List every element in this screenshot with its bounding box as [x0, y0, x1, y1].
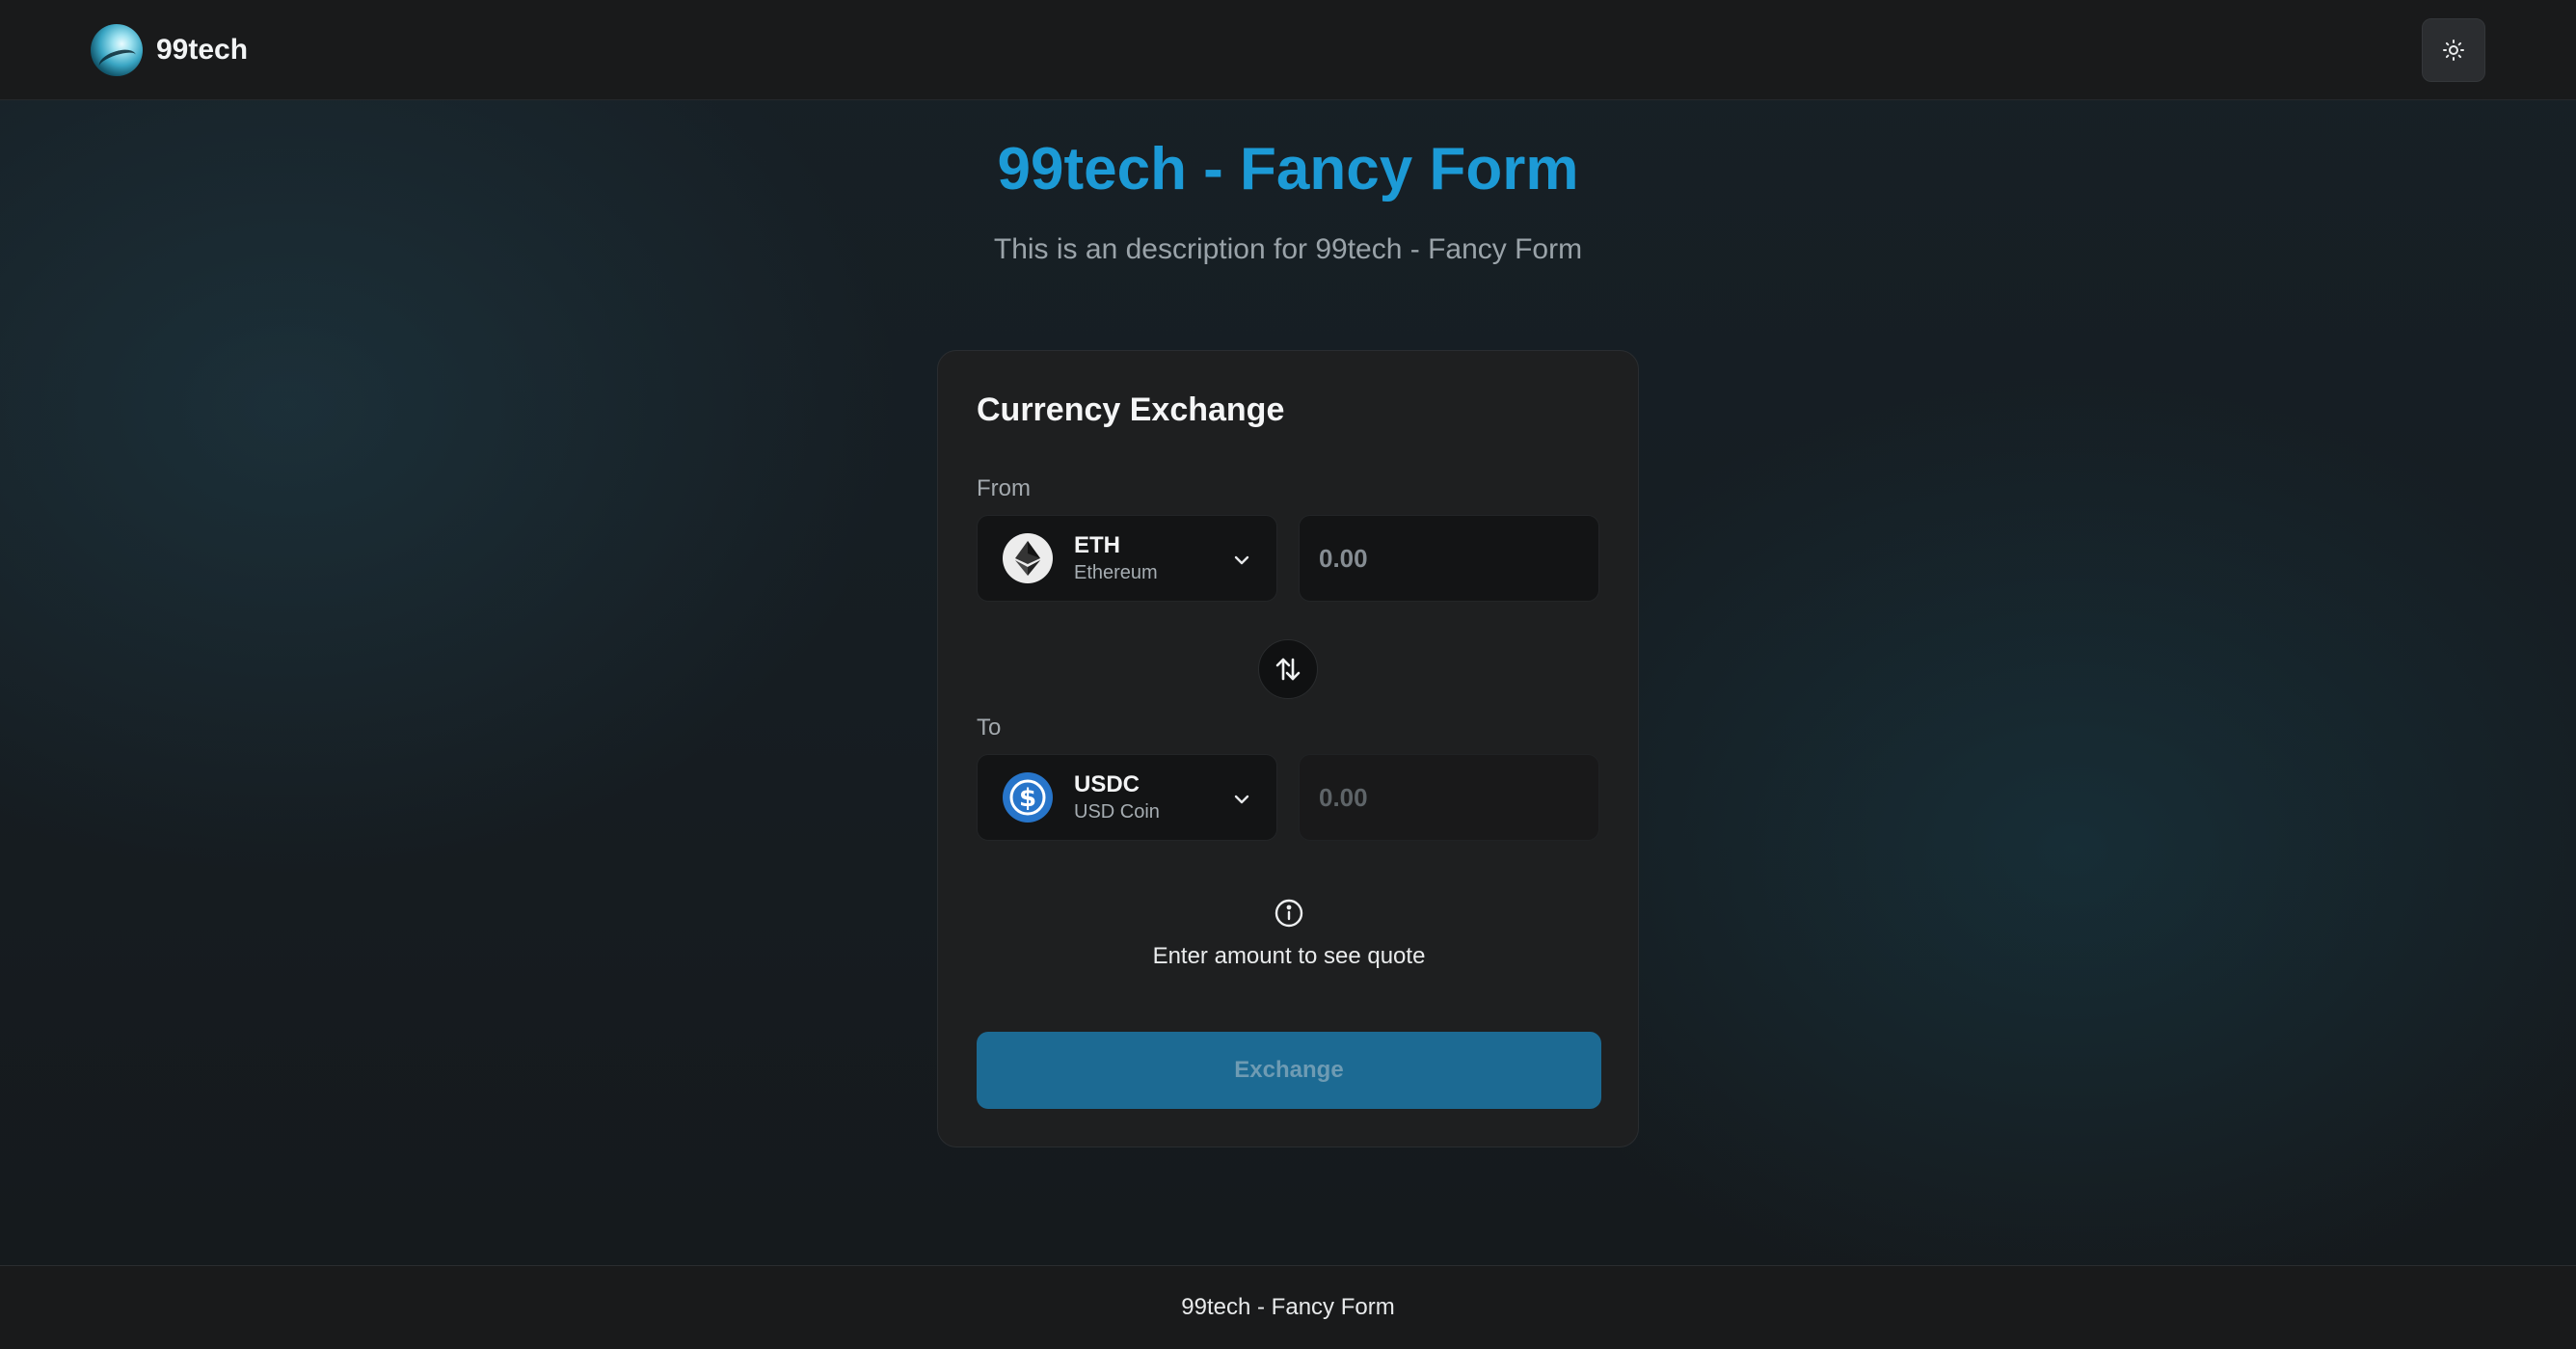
usdc-icon: $: [1003, 772, 1053, 823]
quote-message: Enter amount to see quote: [1152, 943, 1426, 969]
top-navbar: 99tech: [0, 0, 2576, 100]
page: 99tech 99tech - Fancy Form This is an de…: [0, 0, 2576, 1349]
svg-text:$: $: [1019, 784, 1036, 813]
from-token-name: Ethereum: [1074, 562, 1158, 583]
to-token-name: USD Coin: [1074, 801, 1160, 823]
swap-direction-button[interactable]: [1258, 639, 1318, 699]
footer-text: 99tech - Fancy Form: [1181, 1294, 1395, 1320]
from-token-select[interactable]: ETH Ethereum: [977, 515, 1277, 602]
swap-arrows-icon: [1275, 658, 1301, 681]
sun-icon: [2443, 40, 2464, 61]
page-subtitle: This is an description for 99tech - Fanc…: [993, 233, 1583, 265]
from-label: From: [977, 475, 1031, 501]
brand-link[interactable]: 99tech: [91, 24, 248, 76]
theme-toggle-button[interactable]: [2422, 18, 2485, 82]
currency-exchange-card: Currency Exchange From ETH Ethereum 0.00…: [937, 350, 1639, 1147]
info-icon: [1275, 899, 1303, 928]
to-token-select[interactable]: $ USDC USD Coin: [977, 754, 1277, 841]
card-title: Currency Exchange: [977, 391, 1285, 428]
to-token-symbol: USDC: [1074, 771, 1140, 797]
from-token-symbol: ETH: [1074, 532, 1120, 558]
to-amount-input[interactable]: [1299, 754, 1599, 841]
footer: 99tech - Fancy Form: [0, 1265, 2576, 1349]
exchange-button[interactable]: Exchange: [977, 1032, 1601, 1109]
from-amount-input[interactable]: [1299, 515, 1599, 602]
to-label: To: [977, 715, 1002, 741]
globe-logo-icon: [91, 24, 143, 76]
brand-name: 99tech: [156, 34, 249, 66]
chevron-down-icon: [1234, 795, 1249, 804]
ethereum-icon: [1003, 533, 1053, 583]
page-title: 99tech - Fancy Form: [997, 136, 1579, 202]
chevron-down-icon: [1234, 555, 1249, 565]
